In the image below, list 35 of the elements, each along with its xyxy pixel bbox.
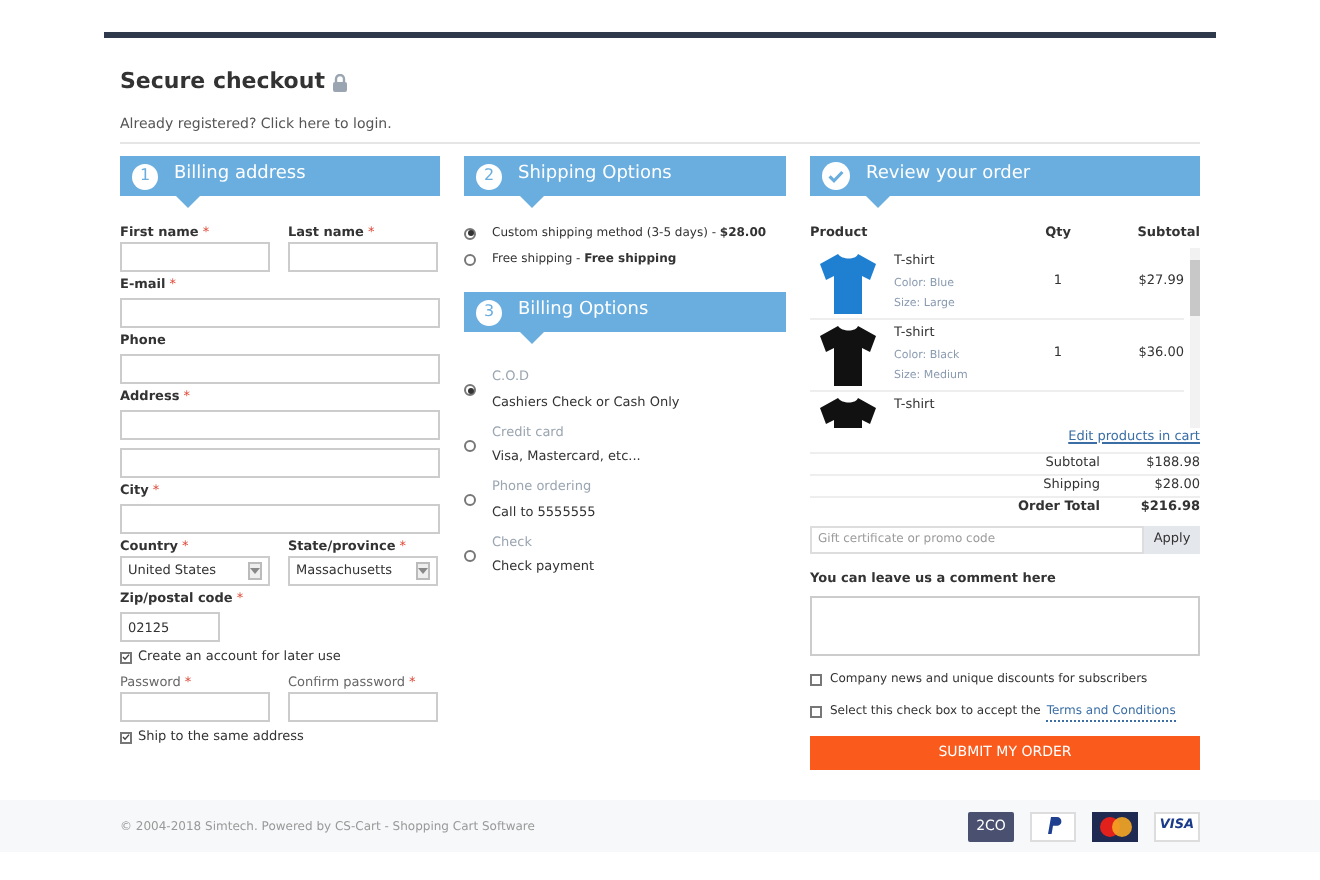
input-field[interactable] xyxy=(288,691,438,722)
radio-button[interactable] xyxy=(464,227,476,239)
section-title: Billing address xyxy=(174,162,306,189)
input-field[interactable] xyxy=(120,691,270,722)
radio-button[interactable] xyxy=(464,494,476,507)
paypal-badge-icon xyxy=(1030,811,1076,841)
input-field[interactable] xyxy=(120,448,440,478)
section-title: Shipping Options xyxy=(518,162,672,189)
checkbox[interactable] xyxy=(810,673,822,686)
section-title: Billing Options xyxy=(518,298,649,325)
caret-icon xyxy=(250,568,260,574)
input-field[interactable] xyxy=(120,410,440,440)
section-title: Review your order xyxy=(866,162,1031,189)
input-field[interactable] xyxy=(120,504,440,534)
checkmark-icon xyxy=(822,162,850,190)
lock-icon xyxy=(332,73,349,92)
radio-button[interactable] xyxy=(464,253,476,265)
radio-button[interactable] xyxy=(464,439,476,452)
checkbox[interactable] xyxy=(120,731,132,744)
step-number: 2 xyxy=(476,163,502,189)
radio-button[interactable] xyxy=(464,384,476,397)
input-field[interactable] xyxy=(120,298,440,328)
checkbox[interactable] xyxy=(120,651,132,664)
scrollbar[interactable] xyxy=(1190,247,1200,428)
caret-icon xyxy=(418,568,428,574)
comment-field[interactable] xyxy=(810,596,1200,657)
mastercard-badge-icon xyxy=(1092,811,1138,841)
step-number: 3 xyxy=(476,299,502,325)
input-field[interactable] xyxy=(120,354,440,384)
checkbox[interactable] xyxy=(810,706,822,719)
input-field[interactable] xyxy=(120,242,270,272)
page-title: Secure checkout xyxy=(120,66,325,98)
radio-button[interactable] xyxy=(464,549,476,562)
input-field[interactable] xyxy=(288,242,438,272)
step-number: 1 xyxy=(132,163,158,189)
